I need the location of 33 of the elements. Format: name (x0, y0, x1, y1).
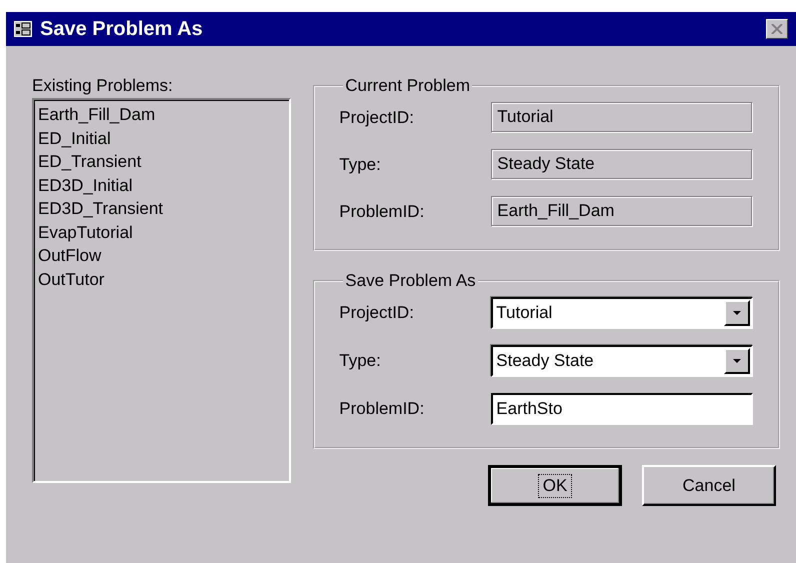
list-item[interactable]: ED_Initial (38, 128, 286, 151)
dropdown-button[interactable] (724, 348, 750, 374)
dropdown-field[interactable]: Tutorial (491, 297, 754, 329)
list-label: Existing Problems: (32, 76, 174, 96)
list-item[interactable]: ED3D_Transient (38, 198, 286, 222)
close-button[interactable] (766, 19, 788, 39)
readonly-field: Earth_Fill_Dam (491, 196, 754, 227)
field-label: ProblemID: (339, 202, 426, 222)
dropdown-button[interactable] (724, 300, 750, 326)
caret-icon (733, 311, 742, 315)
close-icon (771, 24, 783, 34)
list-item[interactable]: Earth_Fill_Dam (38, 104, 286, 128)
window-title: Save Problem As (40, 18, 204, 40)
dialog-button[interactable]: Cancel (642, 465, 776, 506)
field-label: ProjectID: (339, 303, 415, 323)
dialog-button[interactable]: OK (488, 465, 622, 506)
field-label: ProjectID: (339, 108, 415, 128)
group-title: Current Problem (344, 76, 471, 96)
form-icon (14, 21, 32, 37)
field-label: Type: (339, 351, 382, 371)
field-label: ProblemID: (339, 399, 426, 419)
field-label: Type: (339, 154, 382, 174)
readonly-field: Steady State (491, 149, 754, 180)
caret-icon (733, 359, 742, 363)
list-item[interactable]: OutFlow (38, 245, 286, 268)
list-item[interactable]: ED_Transient (38, 151, 286, 174)
list-item[interactable]: ED3D_Initial (38, 174, 286, 198)
input-field[interactable]: EarthSto (491, 393, 754, 425)
readonly-field: Tutorial (491, 102, 754, 133)
group-title: Save Problem As (344, 271, 477, 291)
list-item[interactable]: OutTutor (38, 268, 286, 292)
dropdown-field[interactable]: Steady State (491, 345, 754, 377)
list-item[interactable]: EvapTutorial (38, 222, 286, 245)
